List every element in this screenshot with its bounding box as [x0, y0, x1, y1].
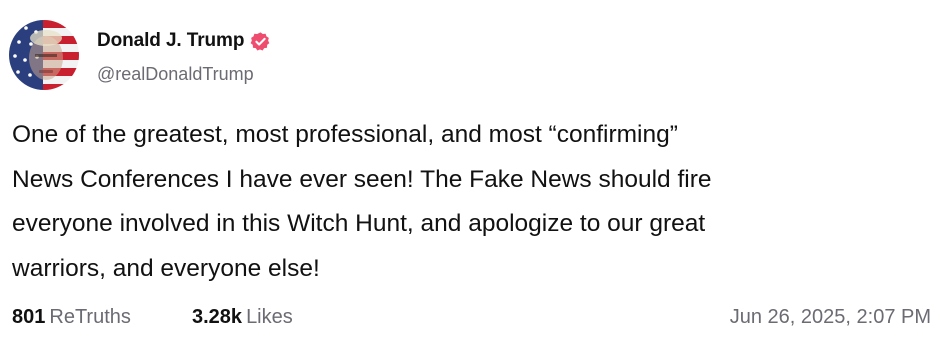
truth-post: Donald J. Trump @realDonaldTrump One of …	[0, 0, 935, 338]
post-line: One of the greatest, most professional, …	[12, 121, 678, 148]
retruths-stat[interactable]: 801 ReTruths	[12, 306, 131, 329]
retruths-count: 801	[12, 306, 46, 328]
likes-label: Likes	[246, 306, 293, 328]
post-line: warriors, and everyone else!	[12, 254, 320, 282]
post-body: One of the greatest, most professional, …	[12, 113, 912, 291]
post-footer: 801 ReTruths 3.28k Likes Jun 26, 2025, 2:0…	[12, 306, 933, 336]
author-handle[interactable]: @realDonaldTrump	[97, 64, 254, 85]
post-line: everyone involved in this Witch Hunt, an…	[12, 210, 706, 237]
post-timestamp[interactable]: Jun 26, 2025, 2:07 PM	[730, 306, 931, 329]
likes-stat[interactable]: 3.28k Likes	[192, 306, 293, 329]
author-display-name[interactable]: Donald J. Trump	[97, 30, 244, 52]
verified-badge-icon	[250, 31, 271, 52]
author-avatar[interactable]	[9, 20, 79, 90]
likes-count: 3.28k	[192, 306, 243, 328]
post-line: News Conferences I have ever seen! The F…	[12, 165, 712, 193]
avatar-portrait-flag-icon	[9, 20, 79, 90]
author-name-row: Donald J. Trump	[97, 29, 271, 53]
retruths-label: ReTruths	[49, 306, 131, 328]
